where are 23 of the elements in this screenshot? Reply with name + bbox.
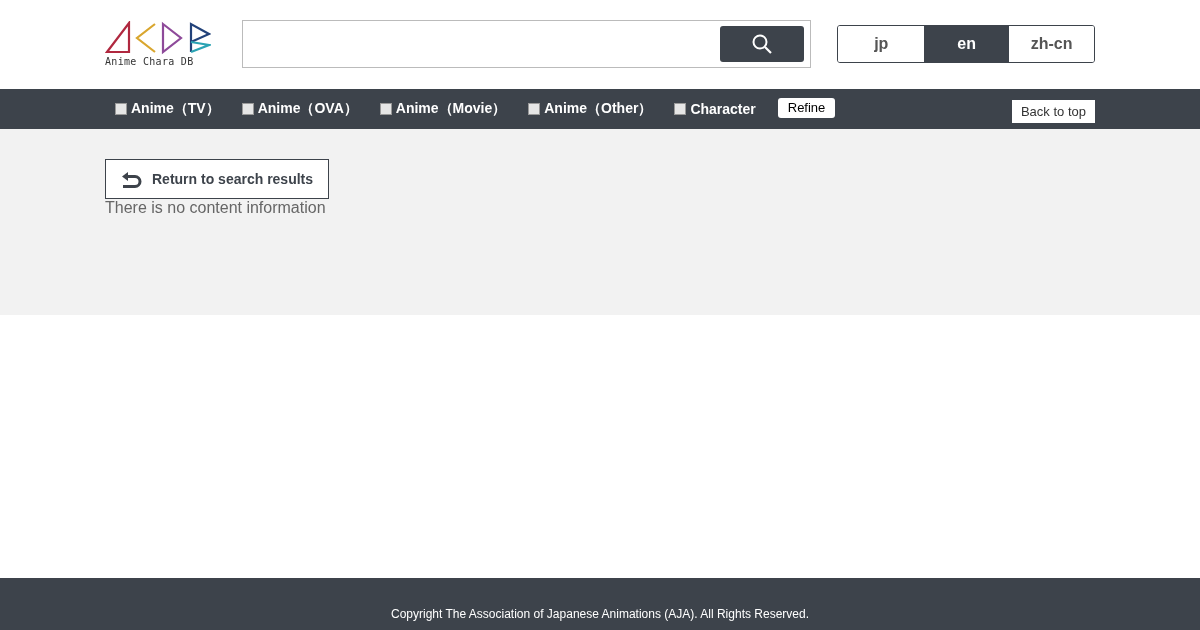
logo-triangles-icon <box>105 20 211 55</box>
filter-label: Anime（OVA） <box>257 100 358 118</box>
search-button[interactable] <box>720 25 805 62</box>
checkbox[interactable] <box>528 103 541 115</box>
return-button[interactable]: Return to search results <box>105 159 330 199</box>
search-icon <box>752 33 773 54</box>
language-tab[interactable]: zh-cn <box>1008 25 1094 62</box>
checkbox[interactable] <box>379 103 392 115</box>
filter-label: Anime（TV） <box>131 100 220 118</box>
no-content-message: There is no content information <box>105 199 327 217</box>
back-to-top-button[interactable]: Back to top <box>1011 99 1095 123</box>
filter-label: Character <box>690 101 756 117</box>
language-tab[interactable]: en <box>924 25 1009 62</box>
logo-text: Anime Chara DB <box>105 55 194 67</box>
checkbox[interactable] <box>241 103 254 115</box>
filter-label: Anime（Other） <box>544 100 653 118</box>
filter-label: Anime（Movie） <box>395 100 507 118</box>
checkbox[interactable] <box>674 103 687 115</box>
checkbox[interactable] <box>115 103 127 115</box>
copyright-text: Copyright The Association of Japanese Animations (AJA). All Rights Reserved. <box>391 607 809 621</box>
refine-button[interactable]: Refine <box>777 97 836 118</box>
return-arrow-icon <box>121 170 142 188</box>
search-field[interactable] <box>241 19 812 68</box>
